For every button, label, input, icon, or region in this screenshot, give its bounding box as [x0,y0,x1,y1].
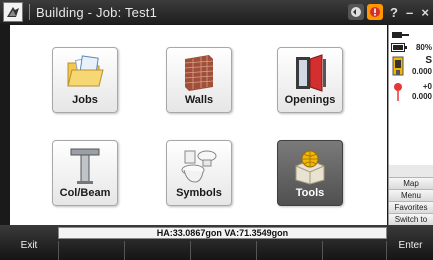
openings-label: Openings [284,94,336,106]
brick-wall-icon [184,55,214,91]
connection-row [389,29,433,41]
side-menu-spacer [389,165,433,177]
tools-tile[interactable]: Tools [277,140,343,206]
tools-label: Tools [295,187,325,199]
toolbox-globe-icon [295,150,325,185]
enter-button[interactable]: Enter [388,230,433,260]
jobs-label: Jobs [72,94,98,106]
title-separator [29,4,30,20]
door-opening-icon [296,54,326,92]
main-area: Jobs Walls Openings Col/Beam Symbols Too… [10,25,387,225]
title-bar: Building - Job: Test1 ? – × [0,0,433,24]
title-status-icons [348,4,383,20]
softkey-4[interactable] [256,241,322,260]
help-button[interactable]: ? [390,5,398,20]
col-beam-label: Col/Beam [59,187,111,199]
folder-icon [67,55,104,87]
instrument-icon [392,56,404,76]
jobs-tile[interactable]: Jobs [52,47,118,113]
battery-row: 80% [389,42,433,54]
side-menu-switch-to[interactable]: Switch to [389,213,433,225]
window-buttons: ? – × [386,0,433,24]
softkey-5[interactable] [322,241,387,260]
toilet-sink-icon [181,150,217,183]
battery-level: 80% [415,43,432,52]
close-button[interactable]: × [421,5,429,20]
symbols-tile[interactable]: Symbols [166,140,232,206]
exit-button[interactable]: Exit [0,230,58,260]
softkey-1[interactable] [58,241,124,260]
walls-label: Walls [184,94,214,106]
side-menu: Map Menu Favorites Switch to [388,165,433,225]
bottom-bar: Exit HA:33.0867gon VA:71.3549gon Enter [0,225,433,260]
side-menu-menu[interactable]: Menu [389,189,433,201]
offset-label: +0 [422,82,432,91]
offset-row: +0 0.000 [389,81,433,105]
softkey-2[interactable] [124,241,190,260]
side-menu-map[interactable]: Map [389,177,433,189]
symbols-label: Symbols [176,187,222,199]
station-row: S 0.000 [389,55,433,79]
offset-value: 0.000 [411,92,432,101]
side-menu-favorites[interactable]: Favorites [389,201,433,213]
sound-icon[interactable] [348,4,364,20]
softkey-3[interactable] [190,241,256,260]
angle-readout: HA:33.0867gon VA:71.3549gon [58,227,387,239]
station-code: S [425,55,432,66]
window-title: Building - Job: Test1 [36,4,158,20]
status-panel: 80% S 0.000 +0 0.000 [388,25,433,165]
minimize-button[interactable]: – [406,5,413,20]
battery-icon [391,43,407,52]
cable-connection-icon [392,32,409,38]
app-menu-icon[interactable] [3,2,23,22]
warning-icon[interactable] [367,4,383,20]
prism-pin-icon [394,83,402,101]
openings-tile[interactable]: Openings [277,47,343,113]
column-beam-icon [70,148,100,184]
station-value: 0.000 [411,67,432,76]
walls-tile[interactable]: Walls [166,47,232,113]
col-beam-tile[interactable]: Col/Beam [52,140,118,206]
